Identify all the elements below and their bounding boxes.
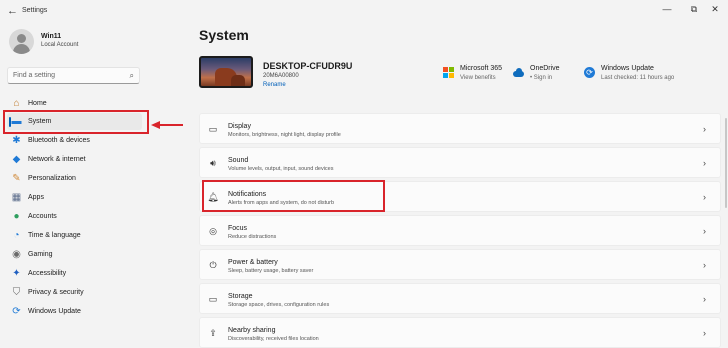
sidebar-item-label: Accounts bbox=[28, 213, 57, 220]
sidebar-item-label: Network & internet bbox=[28, 156, 86, 163]
chevron-right-icon: › bbox=[703, 328, 706, 338]
account-type: Local Account bbox=[41, 42, 79, 48]
accessibility-icon: ✦ bbox=[12, 268, 21, 279]
device-name: DESKTOP-CFUDR9U bbox=[263, 61, 353, 71]
card-title: Storage bbox=[228, 293, 253, 300]
brush-icon: ✎ bbox=[12, 173, 21, 184]
storage-icon: ▭ bbox=[208, 294, 218, 304]
card-title: Display bbox=[228, 123, 251, 130]
sidebar-item-label: Home bbox=[28, 100, 47, 107]
service-title: OneDrive bbox=[530, 65, 560, 72]
card-title: Power & battery bbox=[228, 259, 278, 266]
sidebar-item-label: Personalization bbox=[28, 175, 76, 182]
chevron-right-icon: › bbox=[703, 192, 706, 202]
service-subtitle: View benefits bbox=[460, 75, 496, 81]
display-icon: ▭ bbox=[208, 124, 218, 134]
accounts-icon: ● bbox=[13, 211, 20, 222]
sidebar-item-windows-update[interactable]: ⟳ Windows Update bbox=[7, 303, 142, 320]
search-input[interactable]: Find a setting ⌕ bbox=[7, 67, 140, 84]
wifi-icon: ◆ bbox=[12, 154, 21, 165]
sidebar-item-label: Windows Update bbox=[28, 308, 81, 315]
gamepad-icon: ◉ bbox=[12, 249, 21, 260]
desktop-wallpaper-thumbnail bbox=[199, 56, 253, 88]
focus-icon: ◎ bbox=[209, 226, 217, 236]
windows-update-icon: ⟳ bbox=[584, 67, 595, 78]
card-subtitle: Volume levels, output, input, sound devi… bbox=[228, 166, 334, 172]
chevron-right-icon: › bbox=[703, 158, 706, 168]
page-title: System bbox=[199, 27, 249, 43]
title-bar: ← Settings — ⧉ ✕ bbox=[0, 0, 728, 24]
apps-icon: ▦ bbox=[11, 192, 22, 203]
annotation-arrow-head bbox=[151, 121, 160, 129]
card-power-battery[interactable]: ⏻ Power & battery Sleep, battery usage, ba… bbox=[199, 249, 721, 280]
update-icon: ⟳ bbox=[12, 306, 21, 317]
bluetooth-icon: ✱ bbox=[12, 135, 21, 146]
card-sound[interactable]: 🔊︎ Sound Volume levels, output, input, sou… bbox=[199, 147, 721, 178]
chevron-right-icon: › bbox=[703, 294, 706, 304]
card-title: Nearby sharing bbox=[228, 327, 276, 334]
card-subtitle: Reduce distractions bbox=[228, 234, 277, 240]
annotation-arrow bbox=[159, 124, 183, 126]
sidebar-item-label: Time & language bbox=[28, 232, 81, 239]
home-icon: ⌂ bbox=[13, 98, 20, 109]
minimize-button[interactable]: — bbox=[661, 4, 673, 14]
close-button[interactable]: ✕ bbox=[709, 4, 721, 15]
sidebar-item-label: Gaming bbox=[28, 251, 53, 258]
device-model: 20M6A00800 bbox=[263, 73, 299, 79]
card-title: Focus bbox=[228, 225, 248, 232]
shield-icon: ⛉ bbox=[12, 287, 21, 298]
sidebar-item-time-language[interactable]: ◔ Time & language bbox=[7, 227, 142, 244]
card-subtitle: Monitors, brightness, night light, displ… bbox=[228, 132, 341, 138]
maximize-button[interactable]: ⧉ bbox=[688, 4, 700, 15]
service-subtitle: Last checked: 11 hours ago bbox=[601, 75, 675, 81]
card-nearby-sharing[interactable]: ⇪ Nearby sharing Discoverability, received… bbox=[199, 317, 721, 348]
sidebar-item-label: Privacy & security bbox=[28, 289, 84, 296]
app-title: Settings bbox=[22, 7, 48, 14]
card-focus[interactable]: ◎ Focus Reduce distractions › bbox=[199, 215, 721, 246]
scrollbar[interactable] bbox=[725, 118, 727, 208]
search-placeholder: Find a setting bbox=[13, 72, 56, 79]
card-subtitle: Discoverability, received files location bbox=[228, 336, 319, 342]
avatar[interactable] bbox=[9, 29, 34, 54]
service-subtitle: • Sign in bbox=[530, 75, 553, 81]
sidebar-item-label: Accessibility bbox=[28, 270, 67, 277]
microsoft-365-icon bbox=[443, 67, 454, 78]
share-icon: ⇪ bbox=[209, 328, 217, 338]
power-icon: ⏻ bbox=[209, 260, 217, 270]
card-subtitle: Sleep, battery usage, battery saver bbox=[228, 268, 314, 274]
rename-link[interactable]: Rename bbox=[263, 82, 286, 88]
sidebar-item-privacy-security[interactable]: ⛉ Privacy & security bbox=[7, 284, 142, 301]
user-name: Win11 bbox=[41, 33, 62, 40]
card-display[interactable]: ▭ Display Monitors, brightness, night ligh… bbox=[199, 113, 721, 144]
sidebar-item-label: Apps bbox=[28, 194, 44, 201]
sidebar-item-accounts[interactable]: ● Accounts bbox=[7, 208, 142, 225]
card-subtitle: Storage space, drives, configuration rul… bbox=[228, 302, 330, 308]
chevron-right-icon: › bbox=[703, 226, 706, 236]
service-title: Windows Update bbox=[601, 65, 654, 72]
sound-icon: 🔊︎ bbox=[210, 158, 216, 168]
highlight-box-notifications bbox=[202, 180, 385, 212]
sidebar-item-bluetooth-devices[interactable]: ✱ Bluetooth & devices bbox=[7, 132, 142, 149]
back-arrow-icon[interactable]: ← bbox=[7, 5, 18, 17]
service-title: Microsoft 365 bbox=[460, 65, 503, 72]
card-storage[interactable]: ▭ Storage Storage space, drives, configura… bbox=[199, 283, 721, 314]
onedrive-icon bbox=[513, 67, 524, 78]
search-icon: ⌕ bbox=[129, 71, 134, 80]
globe-icon: ◔ bbox=[13, 230, 20, 241]
sidebar-item-apps[interactable]: ▦ Apps bbox=[7, 189, 142, 206]
chevron-right-icon: › bbox=[703, 260, 706, 270]
sidebar-item-gaming[interactable]: ◉ Gaming bbox=[7, 246, 142, 263]
sidebar-item-personalization[interactable]: ✎ Personalization bbox=[7, 170, 142, 187]
chevron-right-icon: › bbox=[703, 124, 706, 134]
sidebar-item-accessibility[interactable]: ✦ Accessibility bbox=[7, 265, 142, 282]
sidebar-item-network-internet[interactable]: ◆ Network & internet bbox=[7, 151, 142, 168]
sidebar-item-label: Bluetooth & devices bbox=[28, 137, 90, 144]
card-title: Sound bbox=[228, 157, 249, 164]
highlight-box-system bbox=[3, 110, 149, 134]
